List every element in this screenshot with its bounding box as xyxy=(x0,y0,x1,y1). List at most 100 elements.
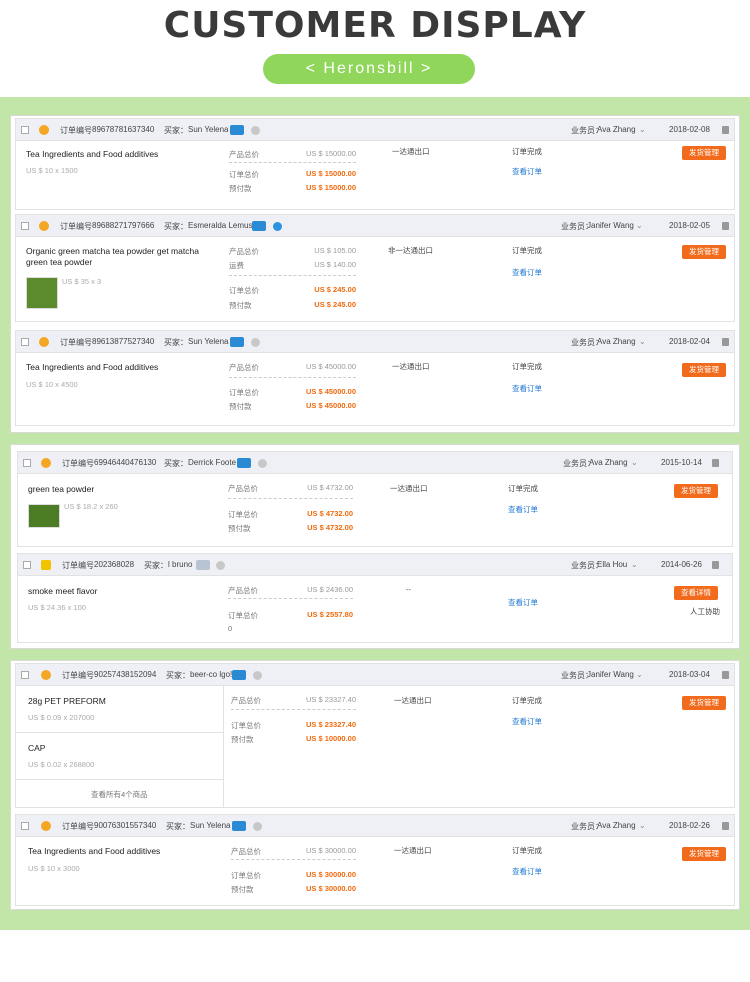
product-thumbnail[interactable] xyxy=(28,504,60,528)
chevron-down-icon[interactable]: ⌄ xyxy=(639,821,646,830)
view-order-link[interactable]: 查看订单 xyxy=(512,866,542,877)
order-no[interactable]: 89688271797666 xyxy=(92,221,154,230)
ship-manage-button[interactable]: 发货管理 xyxy=(682,146,726,160)
id-card-icon[interactable] xyxy=(230,337,244,347)
product-name[interactable]: Tea Ingredients and Food additives xyxy=(26,362,158,373)
order-no[interactable]: 69946440476130 xyxy=(94,458,156,467)
buyer-name[interactable]: Sun Yelena xyxy=(188,337,229,346)
chevron-down-icon[interactable]: ⌄ xyxy=(639,337,646,346)
buyer-name[interactable]: Sun Yelena xyxy=(190,821,231,830)
order-no[interactable]: 89678781637340 xyxy=(92,125,154,134)
salesman-name[interactable]: Ella Hou xyxy=(597,560,627,569)
order-no-label: 订单编号 xyxy=(60,222,92,231)
trash-icon[interactable] xyxy=(722,338,729,346)
chevron-down-icon[interactable]: ⌄ xyxy=(631,458,638,467)
id-card-icon[interactable] xyxy=(237,458,251,468)
view-order-link[interactable]: 查看订单 xyxy=(512,166,542,177)
manual-assist[interactable]: 人工协助 xyxy=(690,606,720,617)
id-card-icon[interactable] xyxy=(252,221,266,231)
order-card: 订单编号 89678781637340 买家： Sun Yelena 业务员： … xyxy=(15,118,735,210)
select-checkbox[interactable] xyxy=(21,822,29,830)
chat-icon[interactable] xyxy=(216,561,225,570)
buyer-name[interactable]: Sun Yelena xyxy=(188,125,229,134)
order-no[interactable]: 89613877527340 xyxy=(92,337,154,346)
product-name[interactable]: Tea Ingredients and Food additives xyxy=(26,149,158,160)
select-checkbox[interactable] xyxy=(21,222,29,230)
chat-icon[interactable] xyxy=(251,338,260,347)
select-checkbox[interactable] xyxy=(23,561,31,569)
product-total: US $ 4732.00 xyxy=(307,483,353,492)
product-thumbnail[interactable] xyxy=(26,277,58,309)
chat-icon[interactable] xyxy=(253,671,262,680)
buyer-name[interactable]: beer-co lgo! xyxy=(190,670,232,679)
green-background: 订单编号 89678781637340 买家： Sun Yelena 业务员： … xyxy=(0,97,750,930)
view-all-link[interactable]: 查看所有4个商品 xyxy=(91,789,148,800)
trash-icon[interactable] xyxy=(722,222,729,230)
ship-manage-button[interactable]: 发货管理 xyxy=(682,847,726,861)
trash-icon[interactable] xyxy=(722,126,729,134)
order-header: 订单编号 90257438152094 买家： beer-co lgo! 业务员… xyxy=(16,664,734,686)
brand-pill[interactable]: < Heronsbill > xyxy=(263,54,475,84)
view-order-link[interactable]: 查看订单 xyxy=(512,716,542,727)
column-divider xyxy=(223,686,224,808)
chevron-down-icon[interactable]: ⌄ xyxy=(636,670,643,679)
order-no[interactable]: 90257438152094 xyxy=(94,670,156,679)
product-total: US $ 23327.40 xyxy=(305,695,356,704)
order-total-label: 订单总价 xyxy=(228,611,258,620)
ship-manage-button[interactable]: 发货管理 xyxy=(682,245,726,259)
product-name-2[interactable]: CAP xyxy=(28,743,45,754)
trash-icon[interactable] xyxy=(712,561,719,569)
ship-manage-button[interactable]: 发货管理 xyxy=(682,696,726,710)
product-name[interactable]: green tea powder xyxy=(28,484,94,495)
select-checkbox[interactable] xyxy=(23,459,31,467)
product-meta: US $ 10 x 4500 xyxy=(26,380,78,389)
order-card: 订单编号 90257438152094 买家： beer-co lgo! 业务员… xyxy=(15,663,735,808)
ship-manage-button[interactable]: 发货管理 xyxy=(682,363,726,377)
product-total-label: 产品总价 xyxy=(229,363,259,372)
id-card-icon[interactable] xyxy=(196,560,210,570)
buyer-label: 买家： xyxy=(166,671,190,680)
buyer-label: 买家： xyxy=(144,561,168,570)
select-checkbox[interactable] xyxy=(21,671,29,679)
ship-manage-button[interactable]: 发货管理 xyxy=(674,484,718,498)
product-name[interactable]: smoke meet flavor xyxy=(28,586,97,597)
salesman-name[interactable]: Ava Zhang xyxy=(589,458,628,467)
chevron-down-icon[interactable]: ⌄ xyxy=(639,125,646,134)
order-no[interactable]: 90076301557340 xyxy=(94,821,156,830)
salesman-name[interactable]: Janifer Wang xyxy=(587,221,634,230)
chat-icon[interactable] xyxy=(258,459,267,468)
product-name[interactable]: 28g PET PREFORM xyxy=(28,696,106,707)
product-name[interactable]: Organic green matcha tea powder get matc… xyxy=(26,246,216,268)
buyer-name[interactable]: Derrick Foote xyxy=(188,458,236,467)
trash-icon[interactable] xyxy=(722,822,729,830)
order-status: 订单完成 xyxy=(512,846,542,855)
view-detail-button[interactable]: 查看详情 xyxy=(674,586,718,600)
select-checkbox[interactable] xyxy=(21,338,29,346)
id-card-icon[interactable] xyxy=(230,125,244,135)
chevron-down-icon[interactable]: ⌄ xyxy=(631,560,638,569)
buyer-name[interactable]: Esmeralda Lemus xyxy=(188,221,252,230)
trash-icon[interactable] xyxy=(712,459,719,467)
id-card-icon[interactable] xyxy=(232,670,246,680)
prepay: US $ 15000.00 xyxy=(305,183,356,192)
salesman-name[interactable]: Ava Zhang xyxy=(597,125,636,134)
buyer-label: 买家： xyxy=(166,822,190,831)
id-card-icon[interactable] xyxy=(232,821,246,831)
salesman-name[interactable]: Ava Zhang xyxy=(597,821,636,830)
order-no[interactable]: 202368028 xyxy=(94,560,134,569)
view-order-link[interactable]: 查看订单 xyxy=(512,383,542,394)
chat-icon[interactable] xyxy=(253,822,262,831)
trash-icon[interactable] xyxy=(722,671,729,679)
view-order-link[interactable]: 查看订单 xyxy=(508,597,538,608)
chat-icon[interactable] xyxy=(273,222,282,231)
select-checkbox[interactable] xyxy=(21,126,29,134)
salesman-name[interactable]: Janifer Wang xyxy=(587,670,634,679)
view-order-link[interactable]: 查看订单 xyxy=(508,504,538,515)
buyer-name[interactable]: l bruno xyxy=(168,560,192,569)
product-name[interactable]: Tea Ingredients and Food additives xyxy=(28,846,160,857)
salesman-name[interactable]: Ava Zhang xyxy=(597,337,636,346)
chat-icon[interactable] xyxy=(251,126,260,135)
view-order-link[interactable]: 查看订单 xyxy=(512,267,542,278)
chevron-down-icon[interactable]: ⌄ xyxy=(636,221,643,230)
product-total-label: 产品总价 xyxy=(231,847,261,856)
